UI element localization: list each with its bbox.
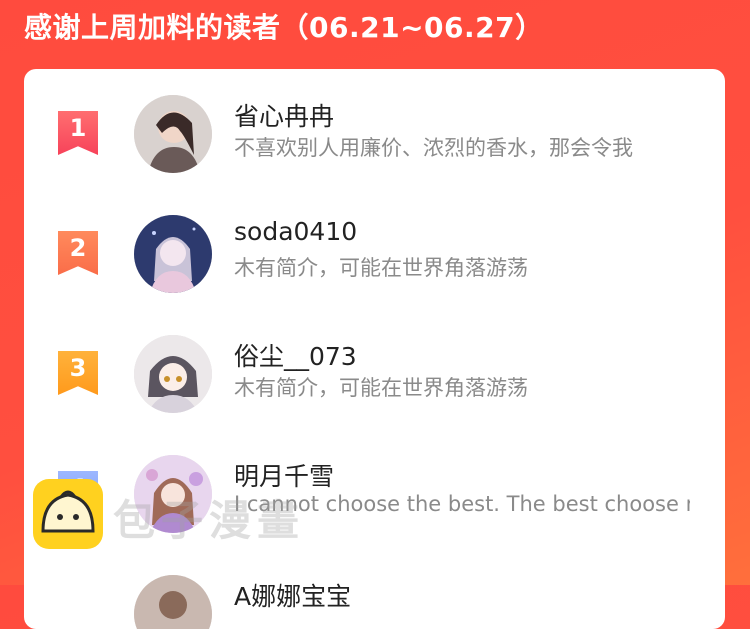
avatar-photo-icon (134, 95, 212, 173)
avatar-photo-icon (134, 575, 212, 629)
reader-name[interactable]: 省心冉冉 (234, 97, 334, 133)
avatar[interactable] (134, 215, 212, 293)
reader-bio: 木有简介，可能在世界角落游荡 (234, 376, 528, 400)
watermark: 包子漫畫 (33, 479, 303, 554)
reader-name[interactable]: 俗尘__073 (234, 337, 357, 373)
avatar-anime-icon (134, 335, 212, 413)
reader-name[interactable]: A娜娜宝宝 (234, 577, 351, 613)
avatar[interactable] (134, 335, 212, 413)
watermark-text: 包子漫畫 (113, 496, 306, 545)
avatar[interactable] (134, 575, 212, 629)
reader-name[interactable]: soda0410 (234, 217, 357, 246)
reader-row-1[interactable]: 1 省心冉冉 不喜欢别人用廉价、浓烈的香水，那会令我 (24, 69, 725, 179)
avatar-anime-icon (134, 215, 212, 293)
rank-badge: 1 (58, 111, 98, 155)
rank-badge: 2 (58, 231, 98, 275)
reader-bio: 木有简介，可能在世界角落游荡 (234, 256, 528, 280)
baozi-logo-icon (33, 479, 103, 549)
reader-row-2[interactable]: 2 soda0410 木有简介，可能在世界角落游荡 (24, 189, 725, 299)
reader-row-3[interactable]: 3 俗尘__073 木有简介，可能在世界角落游荡 (24, 309, 725, 419)
reader-row-5[interactable]: A娜娜宝宝 (24, 549, 725, 629)
page-title: 感谢上周加料的读者（06.21~06.27） (24, 11, 544, 44)
reader-bio: 不喜欢别人用廉价、浓烈的香水，那会令我 (234, 136, 633, 160)
avatar[interactable] (134, 95, 212, 173)
rank-badge: 3 (58, 351, 98, 395)
